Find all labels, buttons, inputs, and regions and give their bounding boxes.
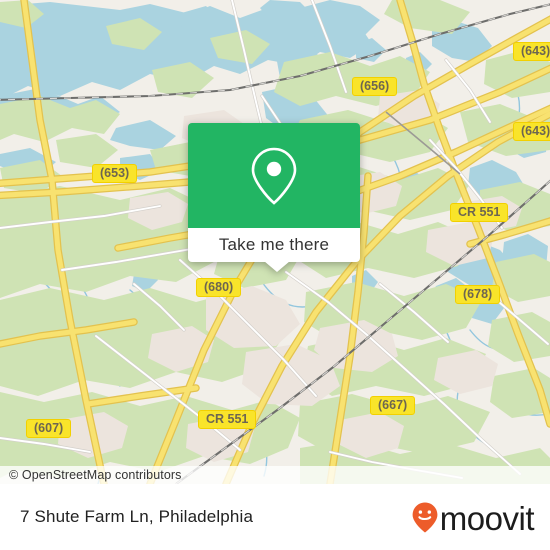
road-shield[interactable]: (643)	[513, 42, 550, 61]
map-attribution-bar: © OpenStreetMap contributors	[0, 466, 550, 484]
callout-marker-panel	[188, 123, 360, 228]
moovit-pin-smiley-icon	[412, 502, 438, 532]
road-shield[interactable]: (607)	[26, 419, 72, 438]
map-canvas[interactable]: (643) (656) (643) (653) CR 551 (680) (67…	[0, 0, 550, 484]
moovit-map-screenshot: (643) (656) (643) (653) CR 551 (680) (67…	[0, 0, 550, 550]
moovit-wordmark: moovit	[439, 499, 535, 537]
road-shield[interactable]: (653)	[92, 164, 138, 183]
road-shield[interactable]: (680)	[196, 278, 242, 297]
road-shield[interactable]: (667)	[370, 396, 416, 415]
road-shield[interactable]: (643)	[513, 122, 550, 141]
osm-attribution-text[interactable]: © OpenStreetMap contributors	[0, 468, 182, 482]
road-shield[interactable]: (678)	[455, 285, 501, 304]
road-shield[interactable]: CR 551	[198, 410, 257, 429]
moovit-logo[interactable]: moovit	[412, 499, 550, 537]
callout-action-panel[interactable]: Take me there	[188, 228, 360, 262]
callout-pointer-tail	[264, 261, 290, 272]
location-callout-card[interactable]: Take me there	[188, 123, 360, 272]
take-me-there-label: Take me there	[218, 235, 330, 254]
road-shield[interactable]: (656)	[352, 77, 398, 96]
footer-bar: 7 Shute Farm Ln, Philadelphia moovit	[0, 484, 550, 550]
place-address-label: 7 Shute Farm Ln, Philadelphia	[20, 507, 254, 526]
map-pin-icon	[251, 147, 297, 205]
road-shield[interactable]: CR 551	[450, 203, 509, 222]
